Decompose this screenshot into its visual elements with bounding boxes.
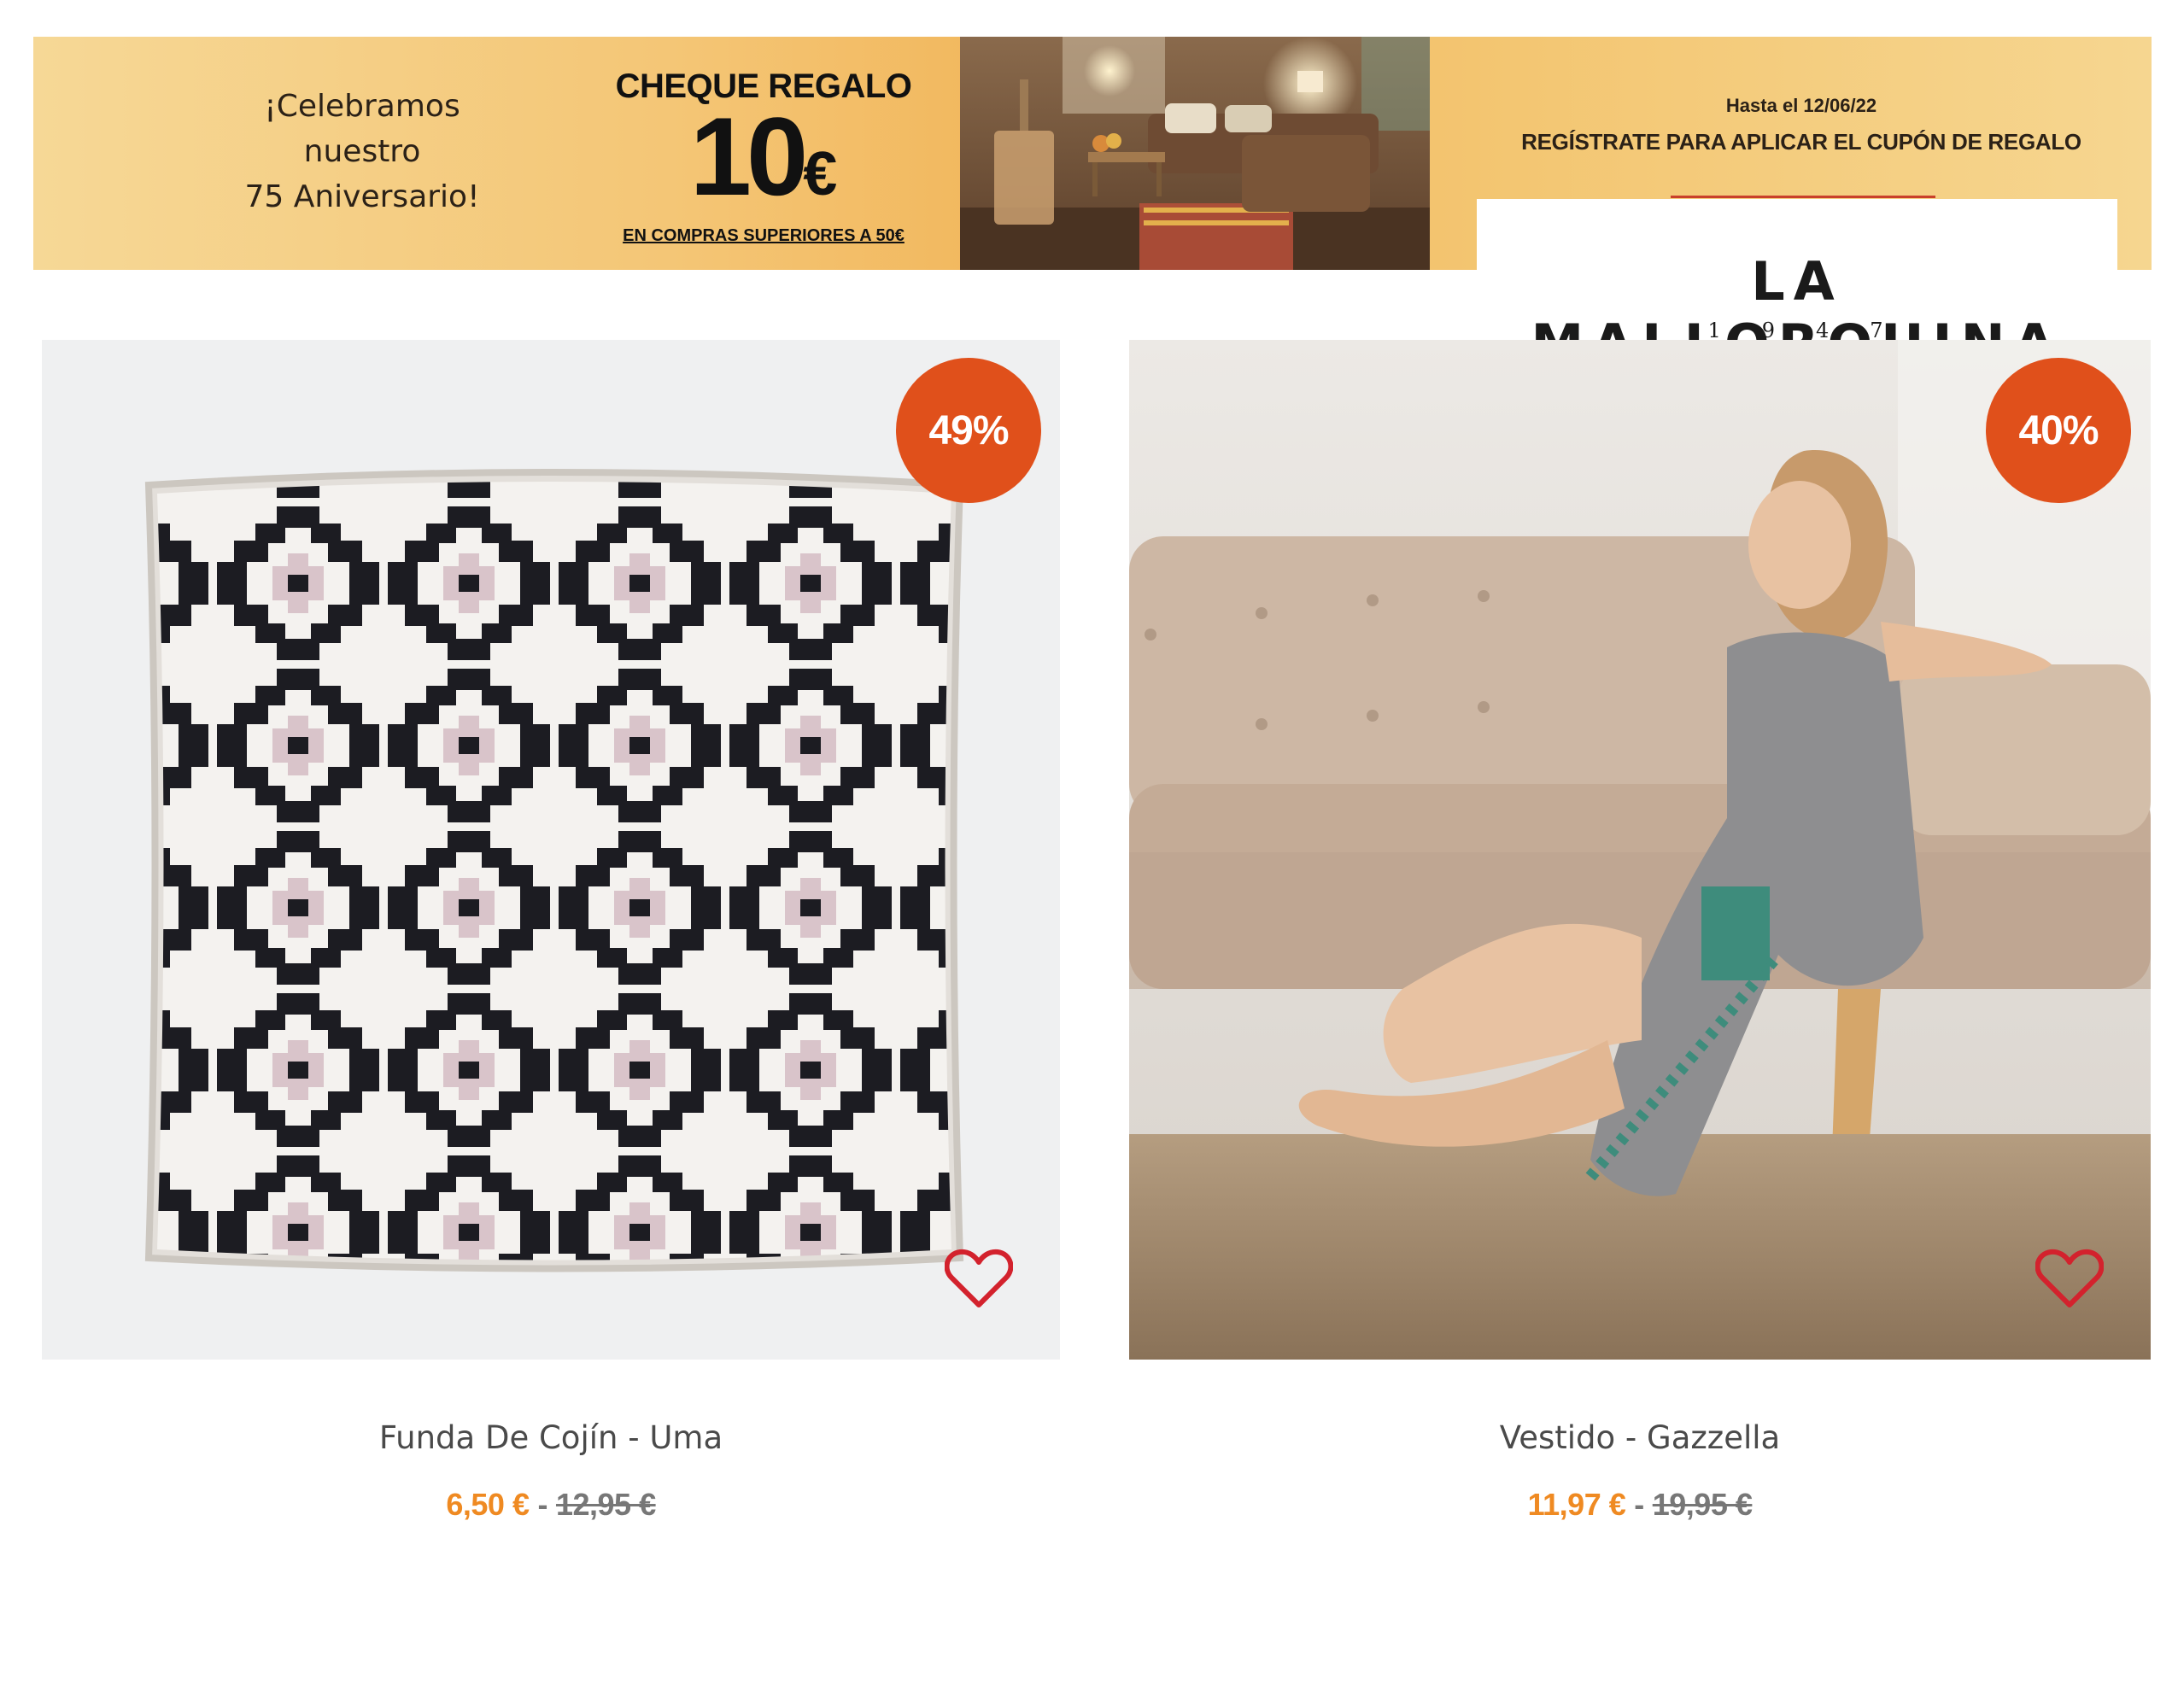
discount-badge: 49% xyxy=(896,358,1041,503)
voucher-condition: EN COMPRAS SUPERIORES A 50€ xyxy=(623,226,905,245)
heart-outline-icon xyxy=(944,1249,1014,1307)
brand-year: 1947 xyxy=(1707,319,1924,342)
brand-logo[interactable]: LA MALLORQUINA 1947 xyxy=(1477,199,2117,375)
product-name[interactable]: Funda De Cojín - Uma xyxy=(42,1419,1060,1456)
promo-details: Hasta el 12/06/22 REGÍSTRATE PARA APLICA… xyxy=(1477,37,2152,375)
original-price: 12,95 € xyxy=(555,1487,656,1522)
anniversary-line-1: ¡Celebramos xyxy=(264,89,460,124)
sale-price: 11,97 € xyxy=(1527,1487,1626,1522)
product-card[interactable]: 40% Vestido - Gazzella 11,97 € -19,95 € xyxy=(1129,340,2151,1523)
cushion-illustration xyxy=(144,469,964,1272)
gift-voucher: CHEQUE REGALO 10€ EN COMPRAS SUPERIORES … xyxy=(563,67,964,246)
anniversary-line-3: 75 Aniversario! xyxy=(244,179,480,214)
discount-badge: 40% xyxy=(1986,358,2131,503)
living-room-photo xyxy=(960,37,1430,270)
product-price: 11,97 € -19,95 € xyxy=(1129,1487,2151,1523)
living-room-illustration xyxy=(960,37,1430,270)
product-price: 6,50 € -12,95 € xyxy=(42,1487,1060,1523)
voucher-amount: 10€ xyxy=(689,94,838,219)
dress-model-illustration xyxy=(1129,340,2151,1360)
register-coupon-link[interactable]: REGÍSTRATE PARA APLICAR EL CUPÓN DE REGA… xyxy=(1477,129,2126,155)
sale-price: 6,50 € xyxy=(446,1487,530,1522)
wishlist-heart-icon[interactable] xyxy=(2035,1247,2105,1310)
product-name[interactable]: Vestido - Gazzella xyxy=(1129,1419,2151,1456)
price-separator: - xyxy=(537,1487,547,1522)
original-price: 19,95 € xyxy=(1652,1487,1753,1522)
product-card[interactable]: 49% Funda De Cojín - Uma 6,50 € -12,95 € xyxy=(42,340,1060,1523)
product-image-dress[interactable]: 40% xyxy=(1129,340,2151,1360)
wishlist-heart-icon[interactable] xyxy=(944,1247,1014,1310)
anniversary-line-2: nuestro xyxy=(303,134,421,169)
promo-divider xyxy=(1671,196,1935,198)
anniversary-text: ¡Celebramos nuestro 75 Aniversario! xyxy=(161,84,563,219)
promo-date: Hasta el 12/06/22 xyxy=(1725,95,1877,116)
promo-banner[interactable]: ¡Celebramos nuestro 75 Aniversario! CHEQ… xyxy=(33,37,2152,375)
heart-outline-icon xyxy=(2035,1249,2105,1307)
product-image-cushion[interactable]: 49% xyxy=(42,340,1060,1360)
price-separator: - xyxy=(1634,1487,1644,1522)
